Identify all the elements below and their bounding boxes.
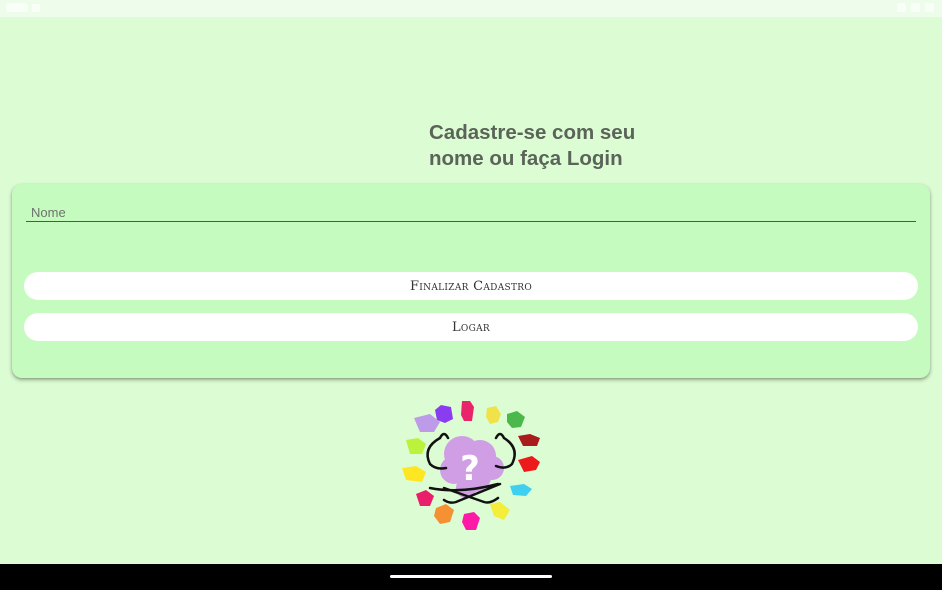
status-right: [897, 3, 934, 12]
finalize-registration-button[interactable]: Finalizar Cadastro: [24, 272, 918, 300]
login-card: Finalizar Cadastro Logar: [12, 184, 930, 378]
wifi-icon: [897, 3, 906, 12]
status-bar: [0, 0, 942, 17]
name-field: [26, 204, 921, 222]
notification-icon: [32, 3, 40, 12]
splash-pink-2: [416, 490, 434, 506]
splash-magenta: [462, 512, 480, 530]
splash-lilac: [414, 414, 440, 432]
clock-placeholder: [6, 3, 28, 12]
login-button[interactable]: Logar: [24, 313, 918, 341]
splash-lime: [406, 438, 426, 454]
navigation-bar: [0, 564, 942, 590]
splash-green: [507, 411, 525, 428]
splash-orange: [434, 504, 454, 524]
splash-yellow-2: [490, 502, 510, 520]
battery-icon: [925, 3, 934, 12]
splash-cyan: [510, 484, 532, 496]
splash-yellow-3: [402, 466, 426, 482]
status-left: [6, 3, 40, 12]
page-title: Cadastre-se com seu nome ou faça Login: [429, 121, 636, 170]
splash-yellow: [486, 406, 501, 424]
question-cloud-logo: ?: [402, 401, 540, 530]
splash-red: [518, 456, 540, 472]
question-mark-icon: ?: [460, 449, 480, 489]
splash-pink: [461, 401, 474, 421]
splash-darkred: [518, 434, 540, 446]
signal-icon: [911, 3, 920, 12]
home-handle[interactable]: [390, 575, 552, 578]
name-input[interactable]: [26, 204, 921, 221]
